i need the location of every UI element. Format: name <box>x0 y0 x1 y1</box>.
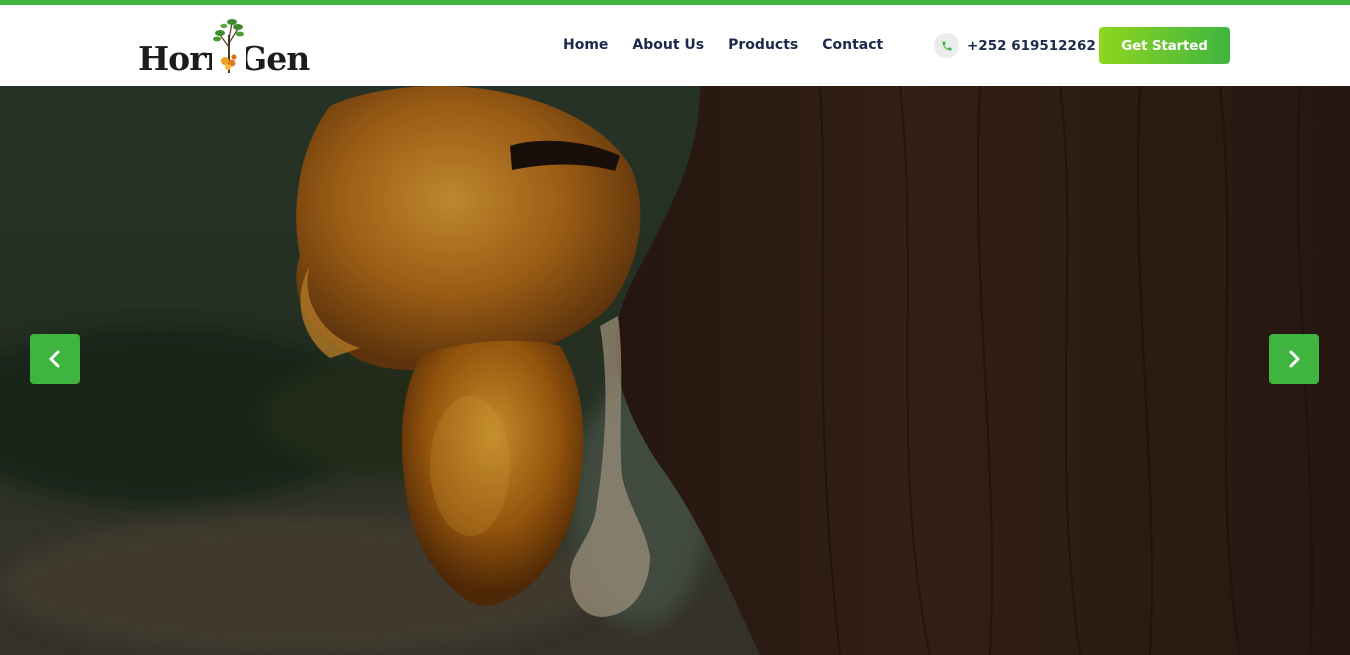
chevron-left-icon <box>49 350 60 368</box>
phone-contact[interactable]: +252 619512262 <box>934 33 1096 58</box>
main-nav: Home About Us Products Contact <box>563 37 907 53</box>
brand-logo[interactable]: Horn Gen <box>136 17 310 79</box>
hero-slider <box>0 86 1350 655</box>
nav-item-about-us[interactable]: About Us <box>632 37 704 53</box>
site-header: Horn Gen Home About Us Products Contact <box>0 5 1350 86</box>
phone-number: +252 619512262 <box>967 37 1096 54</box>
phone-icon <box>934 33 959 58</box>
acacia-tree-icon <box>212 17 246 75</box>
nav-item-products[interactable]: Products <box>728 37 798 53</box>
nav-item-contact[interactable]: Contact <box>822 37 883 53</box>
chevron-right-icon <box>1289 350 1300 368</box>
slider-next-button[interactable] <box>1269 334 1319 384</box>
hero-image <box>0 86 1350 655</box>
nav-item-home[interactable]: Home <box>563 37 608 53</box>
get-started-button[interactable]: Get Started <box>1099 27 1230 64</box>
slider-prev-button[interactable] <box>30 334 80 384</box>
